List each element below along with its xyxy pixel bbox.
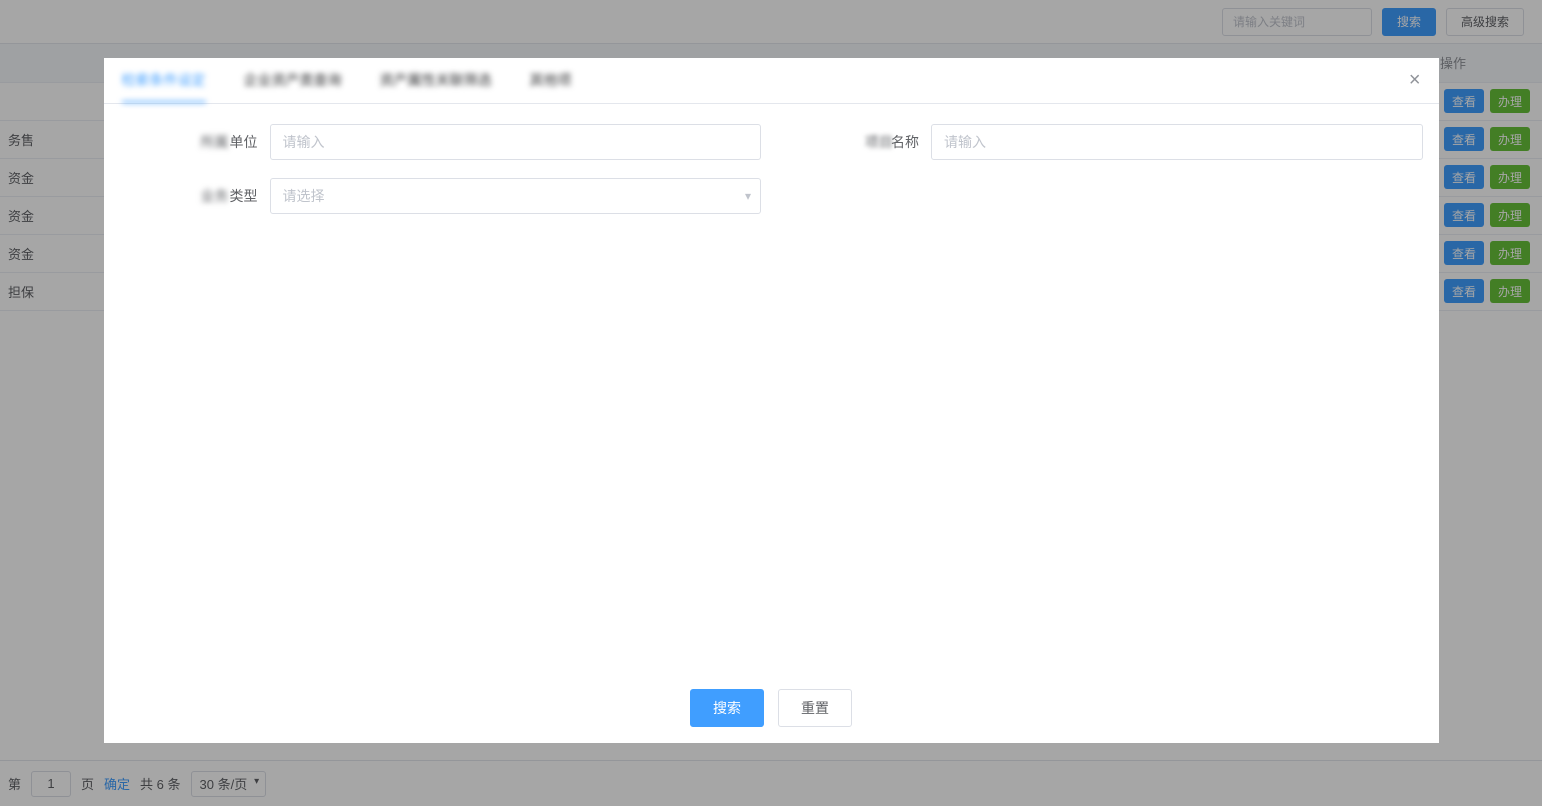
modal-footer: 搜索 重置 xyxy=(104,673,1439,743)
search-form: 所属单位 项目名称 业务类型 xyxy=(120,124,1423,214)
tab-3[interactable]: 其他项 xyxy=(530,58,572,103)
type-label: 业务类型 xyxy=(120,186,270,206)
unit-label: 所属单位 xyxy=(120,132,270,152)
unit-input[interactable] xyxy=(270,124,762,160)
name-input[interactable] xyxy=(931,124,1423,160)
form-item-type: 业务类型 ▾ xyxy=(120,178,762,214)
type-select[interactable] xyxy=(270,178,762,214)
tab-0[interactable]: 检索条件设定 xyxy=(122,58,206,103)
modal-tabs: 检索条件设定 企业资产类查询 资产属性关联筛选 其他项 xyxy=(104,58,1439,104)
advanced-search-modal: × 检索条件设定 企业资产类查询 资产属性关联筛选 其他项 所属单位 xyxy=(104,58,1439,743)
name-label: 项目名称 xyxy=(781,132,931,152)
modal-reset-button[interactable]: 重置 xyxy=(778,689,852,727)
modal-body: 所属单位 项目名称 业务类型 xyxy=(104,104,1439,673)
close-icon[interactable]: × xyxy=(1409,70,1421,90)
tab-2[interactable]: 资产属性关联筛选 xyxy=(380,58,492,103)
form-item-name: 项目名称 xyxy=(781,124,1423,160)
modal-overlay: × 检索条件设定 企业资产类查询 资产属性关联筛选 其他项 所属单位 xyxy=(0,0,1542,806)
page: 搜索 高级搜索 操作 查看 办理 务售 xyxy=(0,0,1542,806)
tab-1[interactable]: 企业资产类查询 xyxy=(244,58,342,103)
modal-search-button[interactable]: 搜索 xyxy=(690,689,764,727)
form-item-unit: 所属单位 xyxy=(120,124,762,160)
